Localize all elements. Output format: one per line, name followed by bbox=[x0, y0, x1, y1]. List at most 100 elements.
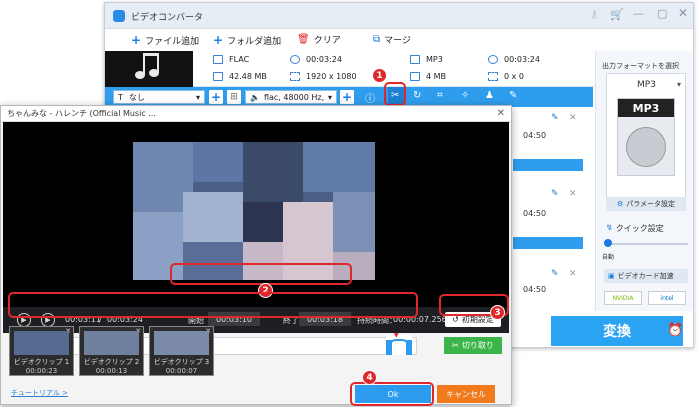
folder-icon bbox=[213, 72, 223, 81]
minimize-icon[interactable]: — bbox=[633, 7, 644, 20]
watermark-icon[interactable]: ♟ bbox=[485, 90, 494, 101]
quality-slider-handle[interactable] bbox=[604, 239, 612, 247]
reset-icon: ↺ bbox=[452, 315, 459, 324]
app-logo-icon bbox=[113, 10, 125, 22]
resolution-icon bbox=[290, 72, 300, 81]
output-format-value: MP3 bbox=[426, 55, 443, 64]
clip-thumbnail bbox=[14, 331, 69, 355]
gpu-accel-label: ビデオカード加速 bbox=[617, 272, 674, 280]
add-folder-button[interactable]: + フォルダ追加 bbox=[213, 33, 281, 47]
video-clip-card[interactable]: ✕ ビデオクリップ 2 00:00:13 bbox=[79, 326, 144, 376]
cut-label: 切り取り bbox=[461, 341, 494, 350]
text-icon: T bbox=[118, 92, 123, 102]
edit-pencil-icon[interactable]: ✎ bbox=[551, 113, 559, 123]
highlight-time-range bbox=[170, 263, 352, 285]
remove-icon[interactable]: ✕ bbox=[569, 269, 577, 279]
cancel-button[interactable]: キャンセル bbox=[437, 385, 495, 403]
file-icon bbox=[213, 55, 223, 64]
toolbar: + ファイル追加 + フォルダ追加 🗑 クリア ⧉ マージ bbox=[105, 29, 693, 51]
add-file-label: ファイル追加 bbox=[145, 36, 200, 47]
quality-slider[interactable] bbox=[604, 243, 688, 245]
clip-name: ビデオクリップ 3 bbox=[153, 358, 210, 366]
add-file-button[interactable]: + ファイル追加 bbox=[131, 33, 199, 47]
quick-settings-label: クイック設定 bbox=[615, 224, 664, 233]
list-row-bar bbox=[513, 159, 583, 171]
video-clip-card[interactable]: ✕ ビデオクリップ 3 00:00:07 bbox=[149, 326, 214, 376]
source-duration: 00:03:24 bbox=[290, 55, 342, 64]
clear-button[interactable]: 🗑 クリア bbox=[297, 33, 341, 46]
disc-icon bbox=[626, 127, 666, 167]
trim-timeline[interactable] bbox=[15, 337, 417, 355]
plus-icon: + bbox=[131, 33, 142, 47]
tutorial-link[interactable]: チュートリアル > bbox=[11, 388, 68, 398]
clip-name: ビデオクリップ 1 bbox=[13, 358, 70, 366]
file-list: 04:50 04:50 04:50 ✎ ✕ ✎ ✕ ✎ ✕ bbox=[513, 109, 591, 309]
add-audio-button[interactable]: + bbox=[340, 90, 354, 104]
dialog-title: ちゃんみな - ハレンチ (Official Music ... bbox=[7, 109, 156, 118]
source-duration-value: 00:03:24 bbox=[306, 55, 342, 64]
merge-button[interactable]: ⧉ マージ bbox=[373, 33, 411, 46]
output-duration-value: 00:03:24 bbox=[504, 55, 540, 64]
alarm-icon[interactable]: ⏰ bbox=[667, 323, 683, 338]
file-thumbnail[interactable] bbox=[105, 51, 193, 87]
clip-name: ビデオクリップ 2 bbox=[83, 358, 140, 366]
rotate-icon[interactable]: ↻ bbox=[413, 90, 421, 101]
close-icon[interactable]: ✕ bbox=[678, 6, 688, 20]
output-format: MP3 bbox=[410, 55, 443, 64]
crop-icon[interactable]: ⌗ bbox=[437, 90, 443, 101]
format-selector[interactable]: MP3 ▾ MP3 bbox=[606, 73, 686, 203]
nvidia-logo: NVIDIA bbox=[604, 291, 642, 305]
select-format-label: 出力フォーマットを選択 bbox=[602, 62, 679, 70]
list-row-bar bbox=[513, 237, 583, 249]
key-icon[interactable]: ⚷ bbox=[590, 8, 598, 21]
list-duration: 04:50 bbox=[523, 209, 547, 218]
edit-icon[interactable]: ✎ bbox=[509, 90, 517, 101]
merge-label: マージ bbox=[384, 36, 411, 46]
trim-range-handles[interactable]: ▼ bbox=[386, 332, 412, 355]
video-clip-card[interactable]: ✕ ビデオクリップ 1 00:00:23 bbox=[9, 326, 74, 376]
source-format: FLAC bbox=[213, 55, 249, 64]
output-duration: 00:03:24 bbox=[488, 55, 540, 64]
clock-icon bbox=[290, 55, 300, 64]
add-subtitle-button[interactable]: + bbox=[209, 90, 223, 104]
dialog-close-icon[interactable]: ✕ bbox=[497, 108, 505, 119]
audio-track-select[interactable]: 🔈 flac, 48000 Hz, ▾ bbox=[245, 90, 337, 104]
info-icon[interactable]: ⓘ bbox=[365, 90, 375, 105]
gpu-icon: ▣ bbox=[608, 272, 615, 280]
quick-settings-label-row: ↯ クイック設定 bbox=[606, 223, 664, 234]
clip-duration: 00:00:23 bbox=[25, 367, 58, 375]
speaker-icon: 🔈 bbox=[250, 92, 260, 102]
output-resolution: 0 x 0 bbox=[488, 72, 524, 81]
output-size: 4 MB bbox=[410, 72, 446, 81]
subtitle-value: なし bbox=[128, 92, 145, 102]
chevron-down-icon: ▾ bbox=[195, 92, 200, 102]
chevron-down-icon: ▾ bbox=[676, 80, 681, 89]
cart-icon[interactable]: 🛒 bbox=[610, 8, 624, 21]
gpu-accel-toggle[interactable]: ▣ ビデオカード加速 bbox=[604, 269, 688, 283]
app-title: ビデオコンバータ bbox=[131, 13, 204, 23]
highlight-timeline bbox=[8, 292, 418, 318]
source-format-value: FLAC bbox=[229, 55, 250, 64]
trim-arch bbox=[388, 339, 410, 347]
lightning-icon: ↯ bbox=[606, 223, 613, 232]
parameter-settings-button[interactable]: ⚙ パラメータ設定 bbox=[606, 197, 686, 211]
subtitle-select[interactable]: T なし ▾ bbox=[113, 90, 205, 104]
edit-pencil-icon[interactable]: ✎ bbox=[551, 269, 559, 279]
maximize-icon[interactable]: ▢ bbox=[657, 7, 667, 20]
highlight-ok-button bbox=[350, 382, 434, 406]
plus-icon: + bbox=[213, 33, 224, 47]
effects-icon[interactable]: ✧ bbox=[461, 90, 469, 101]
remove-icon[interactable]: ✕ bbox=[569, 113, 577, 123]
output-format-panel: 出力フォーマットを選択 MP3 ▾ MP3 ⚙ パラメータ設定 ↯ クイック設定 自… bbox=[595, 51, 693, 311]
clock-icon bbox=[488, 55, 498, 64]
subtitle-settings-icon[interactable]: ⊞ bbox=[227, 90, 241, 104]
clear-label: クリア bbox=[313, 36, 341, 46]
auto-label: 自動 bbox=[602, 254, 615, 261]
parameter-settings-label: パラメータ設定 bbox=[626, 200, 676, 208]
remove-icon[interactable]: ✕ bbox=[569, 189, 577, 199]
clip-duration: 00:00:13 bbox=[95, 367, 128, 375]
cut-button[interactable]: ✂ 切り取り bbox=[444, 337, 502, 354]
convert-button[interactable]: 変換 bbox=[551, 316, 683, 346]
source-resolution-value: 1920 x 1080 bbox=[306, 72, 357, 81]
edit-pencil-icon[interactable]: ✎ bbox=[551, 189, 559, 199]
